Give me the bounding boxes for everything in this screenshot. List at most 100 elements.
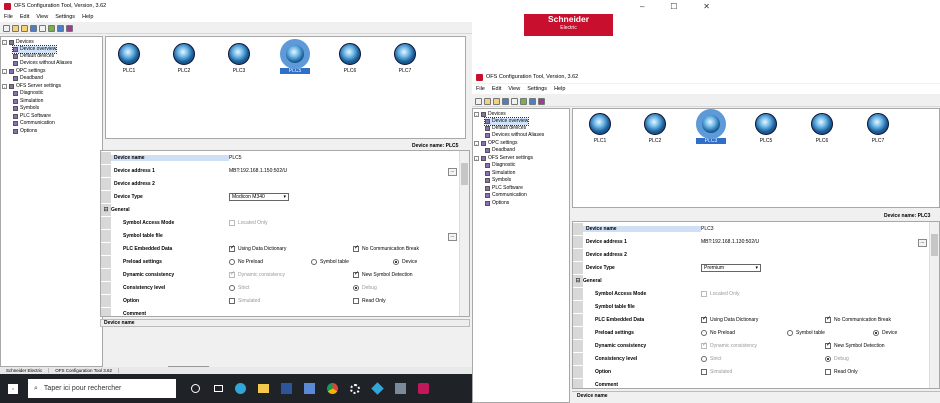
tree-plc-software[interactable]: PLC Software [485,185,523,192]
debug-radio[interactable] [353,285,359,291]
device-radio[interactable] [393,259,399,265]
prop-dynamic-consistency[interactable]: Dynamic consistencyDynamic consistencyNe… [573,340,929,353]
symbol-file-browse-button[interactable]: ... [448,233,457,241]
tree-devices[interactable]: - Devices [474,111,506,118]
tree-opc-settings[interactable]: - OPC settings [2,68,45,75]
close-icon[interactable]: ✕ [703,2,710,12]
prop-plc-embedded-data[interactable]: PLC Embedded DataUsing Data DictionaryNo… [101,243,459,256]
read-only-checkbox[interactable] [825,369,831,375]
prop-symbol-access-mode[interactable]: Symbol Access Mode Located Only [101,217,459,230]
tree-devices[interactable]: - Devices [2,39,34,46]
device-plc2[interactable]: PLC2 [640,113,670,144]
section-general[interactable]: ⊟ General [573,275,929,288]
menu-view[interactable]: View [36,14,48,20]
tree-deadband[interactable]: Deadband [13,75,43,82]
new-icon[interactable] [3,24,10,32]
export-icon[interactable] [520,97,527,105]
prop-preload-settings[interactable]: Preload settings No Preload Symbol table De… [101,256,459,269]
prop-device-type[interactable]: Device Type Modicon M340 ▾ [101,191,459,204]
no-communication-break-checkbox[interactable] [353,245,359,252]
tree-opc-settings[interactable]: - OPC settings [474,140,517,147]
menu-edit[interactable]: Edit [20,14,29,20]
device-type-select[interactable]: Premium ▾ [701,264,761,272]
tree-devices-without-aliases[interactable]: Devices without Aliases [13,60,72,67]
property-grid-scrollbar[interactable] [459,151,469,316]
prop-consistency-level[interactable]: Consistency level Strict Debug [573,353,929,366]
open-icon[interactable] [12,24,19,32]
new-symbol-detection-checkbox[interactable] [825,342,831,349]
dynamic-consistency-checkbox[interactable] [229,271,235,278]
tree-device-overview[interactable]: Device overview [11,45,58,54]
tree-ofs-server-settings[interactable]: - OFS Server settings [2,83,61,90]
prop-symbol-table-file[interactable]: Symbol table file [101,230,459,243]
device-type-select[interactable]: Modicon M340 ▾ [229,193,289,201]
prop-option[interactable]: Option Simulated Read Only [573,366,929,379]
no-preload-radio[interactable] [229,259,235,265]
prop-symbol-table-file[interactable]: Symbol table file [573,301,929,314]
tree-diagnostic[interactable]: Diagnostic [485,162,515,169]
device-plc7[interactable]: PLC7 [390,43,420,74]
device-plc2[interactable]: PLC2 [169,43,199,74]
print-icon[interactable] [39,24,46,32]
strict-radio[interactable] [229,285,235,291]
no-communication-break-checkbox[interactable] [825,316,831,323]
prop-dynamic-consistency[interactable]: Dynamic consistencyDynamic consistencyNe… [101,269,459,282]
collapse-icon[interactable]: - [474,141,479,146]
menu-edit[interactable]: Edit [492,86,501,92]
strict-radio[interactable] [701,356,707,362]
prop-device-address-1[interactable]: Device address 1 MBT:192.168.1.130:502/U [573,236,929,249]
chrome-icon[interactable] [327,383,338,394]
menu-settings[interactable]: Settings [527,86,547,92]
prop-device-name[interactable]: Device name PLC3 [573,223,929,236]
tree-communication[interactable]: Communication [485,192,527,199]
open-folder-icon[interactable] [21,24,28,32]
menu-settings[interactable]: Settings [55,14,75,20]
collapse-icon[interactable]: - [2,40,7,45]
tree-options[interactable]: Options [485,200,509,207]
device-plc6[interactable]: PLC6 [335,43,365,74]
about-icon[interactable] [66,24,73,32]
tree-symbols[interactable]: Symbols [13,105,39,112]
file-explorer-icon[interactable] [258,384,269,393]
device-plc5[interactable]: PLC5 [751,113,781,144]
windows-start-icon[interactable] [8,383,18,394]
task-view-icon[interactable] [214,385,223,392]
open-folder-icon[interactable] [493,97,500,105]
prop-consistency-level[interactable]: Consistency level Strict Debug [101,282,459,295]
tree-device-overview[interactable]: Device overview [483,117,530,126]
device-plc6[interactable]: PLC6 [807,113,837,144]
scroll-thumb[interactable] [461,163,468,185]
edge-icon[interactable] [235,383,246,394]
located-only-checkbox[interactable] [701,291,707,297]
simulated-checkbox[interactable] [229,298,235,304]
tree-simulation[interactable]: Simulation [13,98,43,105]
tree-diagnostic[interactable]: Diagnostic [13,90,43,97]
prop-comment[interactable]: Comment [101,308,459,316]
prop-comment[interactable]: Comment [573,379,929,388]
cortana-icon[interactable] [191,384,200,393]
menu-file[interactable]: File [476,86,485,92]
export-icon[interactable] [48,24,55,32]
tree-plc-software[interactable]: PLC Software [13,113,51,120]
collapse-icon[interactable]: - [2,84,7,89]
section-general[interactable]: ⊟ General [101,204,459,217]
read-only-checkbox[interactable] [353,298,359,304]
tree-communication[interactable]: Communication [13,120,55,127]
collapse-icon[interactable]: - [2,69,7,74]
save-icon[interactable] [30,24,37,32]
word-icon[interactable] [281,383,292,394]
minimize-icon[interactable]: – [640,2,644,12]
menu-view[interactable]: View [508,86,520,92]
tree-default-devices[interactable]: Default devices [13,53,54,60]
device-plc3[interactable]: PLC3 [224,43,254,74]
collapse-icon[interactable]: - [474,156,479,161]
prop-symbol-access-mode[interactable]: Symbol Access Mode Located Only [573,288,929,301]
symbol-table-radio[interactable] [311,259,317,265]
prop-option[interactable]: Option Simulated Read Only [101,295,459,308]
about-icon[interactable] [538,97,545,105]
prop-device-address-2[interactable]: Device address 2 [101,178,459,191]
tree-devices-without-aliases[interactable]: Devices without Aliases [485,132,544,139]
open-icon[interactable] [484,97,491,105]
using-data-dictionary-checkbox[interactable] [701,316,707,323]
menu-help[interactable]: Help [554,86,565,92]
